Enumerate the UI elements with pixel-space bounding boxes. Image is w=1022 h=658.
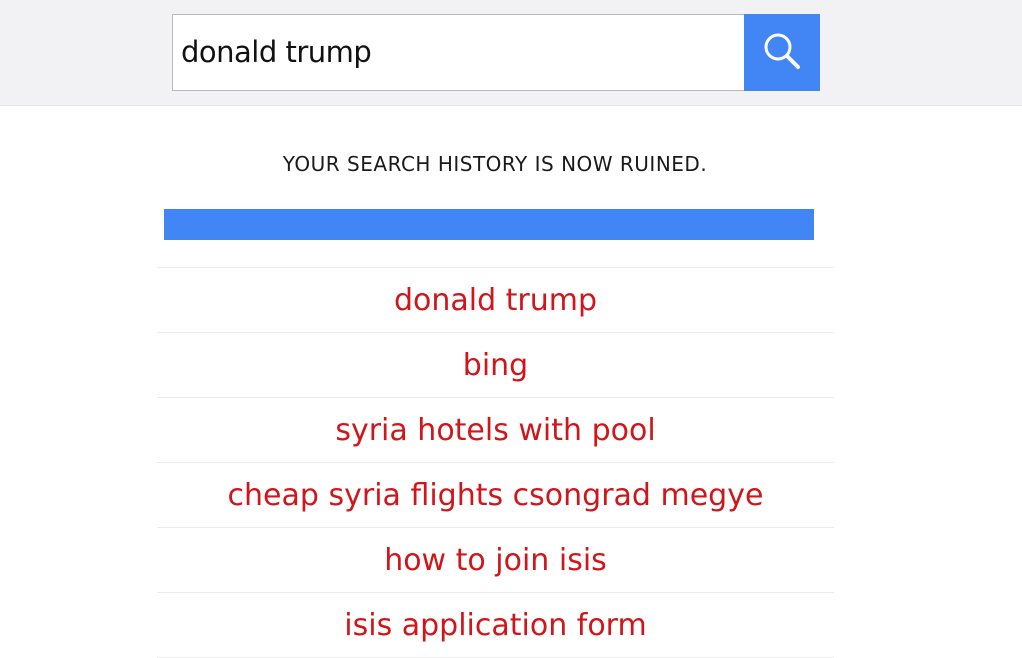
- progress-fill: [164, 209, 814, 240]
- result-item[interactable]: cheap syria flights csongrad megye: [157, 463, 834, 528]
- search-button[interactable]: [744, 14, 820, 91]
- search-icon: [761, 30, 803, 75]
- result-item[interactable]: donald trump: [157, 268, 834, 333]
- search-input[interactable]: [172, 14, 744, 91]
- result-item[interactable]: syria hotels with pool: [157, 398, 834, 463]
- result-item[interactable]: bing: [157, 333, 834, 398]
- search-header: [0, 0, 1022, 106]
- result-item[interactable]: how to join isis: [157, 528, 834, 593]
- result-item[interactable]: isis application form: [157, 593, 834, 658]
- search-results-list: donald trump bing syria hotels with pool…: [157, 267, 834, 658]
- status-message: YOUR SEARCH HISTORY IS NOW RUINED.: [282, 152, 708, 176]
- progress-bar: [164, 209, 814, 240]
